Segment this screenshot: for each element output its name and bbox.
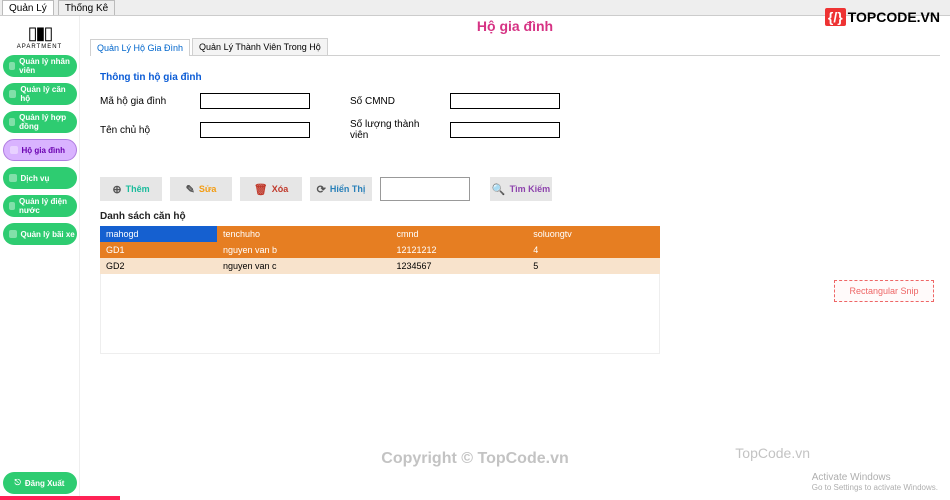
sidebar-item-label: Quản lý căn hộ xyxy=(20,85,76,103)
form-household-info: Thông tin hộ gia đình Mã hộ gia đình Số … xyxy=(90,66,940,165)
search-label: Tìm Kiếm xyxy=(510,184,551,194)
col-cmnd[interactable]: cmnd xyxy=(391,226,528,242)
table-empty-space xyxy=(100,274,660,354)
sidebar-item-dichvu[interactable]: Dịch vụ xyxy=(3,167,77,189)
family-icon xyxy=(10,146,18,154)
sidebar-item-label: Dịch vụ xyxy=(21,174,50,183)
brand-text: TOPCODE.VN xyxy=(848,9,940,25)
label-soluong: Số lượng thành viên xyxy=(350,119,440,141)
building-icon: ▯▮▯ xyxy=(28,23,52,44)
sidebar-item-label: Quản lý hợp đồng xyxy=(19,113,76,131)
form-legend: Thông tin hộ gia đình xyxy=(100,72,930,83)
home-icon xyxy=(9,90,17,98)
main-panel: Hộ gia đình Quản Lý Hộ Gia Đình Quản Lý … xyxy=(80,16,950,500)
delete-label: Xóa xyxy=(272,184,289,194)
cell: GD2 xyxy=(100,258,217,274)
user-icon xyxy=(9,62,16,70)
service-icon xyxy=(9,174,17,182)
menu-bar: Quản Lý Thống Kê xyxy=(0,0,950,16)
cell: 5 xyxy=(527,258,660,274)
label-tenchuho: Tên chủ hộ xyxy=(100,125,190,136)
sidebar-item-label: Hộ gia đình xyxy=(22,146,66,155)
input-mahogd[interactable] xyxy=(200,93,310,109)
menu-tab-thongke[interactable]: Thống Kê xyxy=(58,0,115,15)
add-button[interactable]: ⊕ Thêm xyxy=(100,177,162,201)
toolbar: ⊕ Thêm ✎ Sửa 🗑 Xóa ⟳ Hiển Thị 🔍 Tìm Kiếm xyxy=(100,177,940,201)
logo: ▯▮▯ APARTMENT xyxy=(10,20,70,52)
table-caption: Danh sách căn hộ xyxy=(100,211,940,222)
sidebar-item-diennuoc[interactable]: Quản lý điện nước xyxy=(3,195,77,217)
search-button[interactable]: 🔍 Tìm Kiếm xyxy=(490,177,552,201)
sidebar: ▯▮▯ APARTMENT Quản lý nhân viên Quản lý … xyxy=(0,16,80,500)
activate-windows-watermark: Activate Windows Go to Settings to activ… xyxy=(812,472,938,492)
document-icon xyxy=(9,118,16,126)
sidebar-item-label: Quản lý nhân viên xyxy=(19,57,76,75)
edit-button[interactable]: ✎ Sửa xyxy=(170,177,232,201)
logout-label: Đăng Xuất xyxy=(25,479,65,488)
watermark-right: TopCode.vn xyxy=(735,445,810,461)
activate-line1: Activate Windows xyxy=(812,472,938,483)
sidebar-item-canho[interactable]: Quản lý căn hộ xyxy=(3,83,77,105)
sidebar-item-nhanvien[interactable]: Quản lý nhân viên xyxy=(3,55,77,77)
page-title: Hộ gia đình xyxy=(90,18,940,38)
plus-icon: ⊕ xyxy=(112,183,121,196)
cell: nguyen van c xyxy=(217,258,391,274)
label-cmnd: Số CMND xyxy=(350,96,440,107)
label-mahogd: Mã hộ gia đình xyxy=(100,96,190,107)
subtab-quanly-thanhvien[interactable]: Quản Lý Thành Viên Trong Hộ xyxy=(192,38,328,55)
sidebar-item-hopdong[interactable]: Quản lý hợp đồng xyxy=(3,111,77,133)
watermark-center: Copyright © TopCode.vn xyxy=(381,450,568,468)
table-section: Danh sách căn hộ mahogd tenchuho cmnd so… xyxy=(100,211,940,354)
sidebar-item-hogiadinh[interactable]: Hộ gia đình xyxy=(3,139,77,161)
cell: 1234567 xyxy=(391,258,528,274)
pencil-icon: ✎ xyxy=(186,183,195,196)
cell: 12121212 xyxy=(391,242,528,258)
refresh-icon: ⟳ xyxy=(317,183,326,196)
table-header-row: mahogd tenchuho cmnd soluongtv xyxy=(100,226,660,242)
logo-text: APARTMENT xyxy=(17,44,62,50)
activate-line2: Go to Settings to activate Windows. xyxy=(812,483,938,492)
col-tenchuho[interactable]: tenchuho xyxy=(217,226,391,242)
brace-icon: {/} xyxy=(825,8,846,26)
show-label: Hiển Thị xyxy=(330,184,366,194)
table-row[interactable]: GD1 nguyen van b 12121212 4 xyxy=(100,242,660,258)
logout-button[interactable]: ⎋ Đăng Xuất xyxy=(3,472,77,494)
menu-tab-quanly[interactable]: Quản Lý xyxy=(2,0,54,15)
col-soluongtv[interactable]: soluongtv xyxy=(527,226,660,242)
delete-button[interactable]: 🗑 Xóa xyxy=(240,177,302,201)
subtab-bar: Quản Lý Hộ Gia Đình Quản Lý Thành Viên T… xyxy=(90,38,940,56)
input-cmnd[interactable] xyxy=(450,93,560,109)
col-mahogd[interactable]: mahogd xyxy=(100,226,217,242)
cell: nguyen van b xyxy=(217,242,391,258)
show-button[interactable]: ⟳ Hiển Thị xyxy=(310,177,372,201)
sidebar-item-label: Quản lý bãi xe xyxy=(21,230,75,239)
video-progress-bar[interactable] xyxy=(0,496,120,500)
car-icon xyxy=(9,230,17,238)
bolt-icon xyxy=(9,202,15,210)
table-row[interactable]: GD2 nguyen van c 1234567 5 xyxy=(100,258,660,274)
search-input[interactable] xyxy=(380,177,470,201)
household-table[interactable]: mahogd tenchuho cmnd soluongtv GD1 nguye… xyxy=(100,226,660,274)
cell: GD1 xyxy=(100,242,217,258)
trash-icon: 🗑 xyxy=(254,183,268,196)
topcode-logo: {/} TOPCODE.VN xyxy=(825,8,940,26)
edit-label: Sửa xyxy=(199,184,217,194)
input-soluong[interactable] xyxy=(450,122,560,138)
subtab-quanly-hogiadinh[interactable]: Quản Lý Hộ Gia Đình xyxy=(90,39,190,56)
logout-icon: ⎋ xyxy=(15,478,21,488)
add-label: Thêm xyxy=(126,184,150,194)
input-tenchuho[interactable] xyxy=(200,122,310,138)
sidebar-item-baixe[interactable]: Quản lý bãi xe xyxy=(3,223,77,245)
sidebar-item-label: Quản lý điện nước xyxy=(19,197,77,215)
cell: 4 xyxy=(527,242,660,258)
search-icon: 🔍 xyxy=(492,183,506,196)
rectangular-snip-overlay: Rectangular Snip xyxy=(834,280,934,302)
